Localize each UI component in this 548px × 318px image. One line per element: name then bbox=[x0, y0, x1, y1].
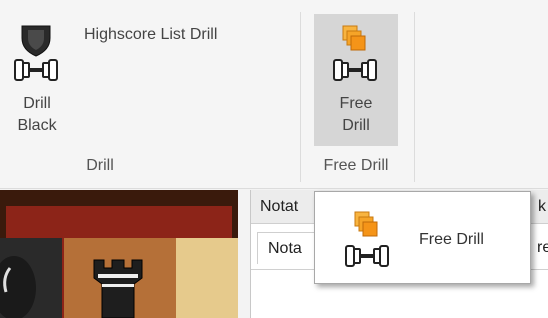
drill-black-button[interactable]: Drill Black bbox=[6, 20, 68, 150]
free-drill-group-label: Free Drill bbox=[323, 157, 389, 174]
chess-board-area[interactable] bbox=[0, 190, 238, 318]
stacked-squares-dumbbell-icon bbox=[345, 211, 389, 267]
drill-black-label-line2: Black bbox=[17, 117, 57, 134]
black-piece-icon[interactable] bbox=[0, 248, 36, 318]
free-drill-label-line2: Drill bbox=[342, 117, 370, 134]
notation-panel-title: Notat bbox=[260, 198, 299, 215]
shield-dumbbell-icon bbox=[14, 25, 58, 81]
black-rook-icon[interactable] bbox=[86, 256, 150, 318]
free-drill-label-line1: Free bbox=[339, 95, 373, 112]
group-separator bbox=[414, 12, 415, 182]
ribbon-border bbox=[0, 188, 548, 189]
highscore-list-drill-button[interactable]: Highscore List Drill bbox=[84, 26, 217, 44]
drill-black-label-line1: Drill bbox=[23, 95, 51, 112]
tab-right-partial[interactable]: re bbox=[537, 239, 548, 257]
free-drill-button[interactable]: Free Drill bbox=[314, 14, 398, 146]
stacked-squares-dumbbell-icon bbox=[333, 25, 377, 81]
ribbon: Drill Black Highscore List Drill Drill F… bbox=[0, 0, 548, 189]
board-square-light[interactable] bbox=[176, 238, 238, 318]
group-separator bbox=[300, 12, 301, 182]
tooltip-text: Free Drill bbox=[419, 231, 484, 248]
drill-group-label: Drill bbox=[86, 157, 114, 174]
notation-panel-header-right: k bbox=[538, 198, 546, 215]
free-drill-tooltip: Free Drill bbox=[314, 191, 531, 284]
